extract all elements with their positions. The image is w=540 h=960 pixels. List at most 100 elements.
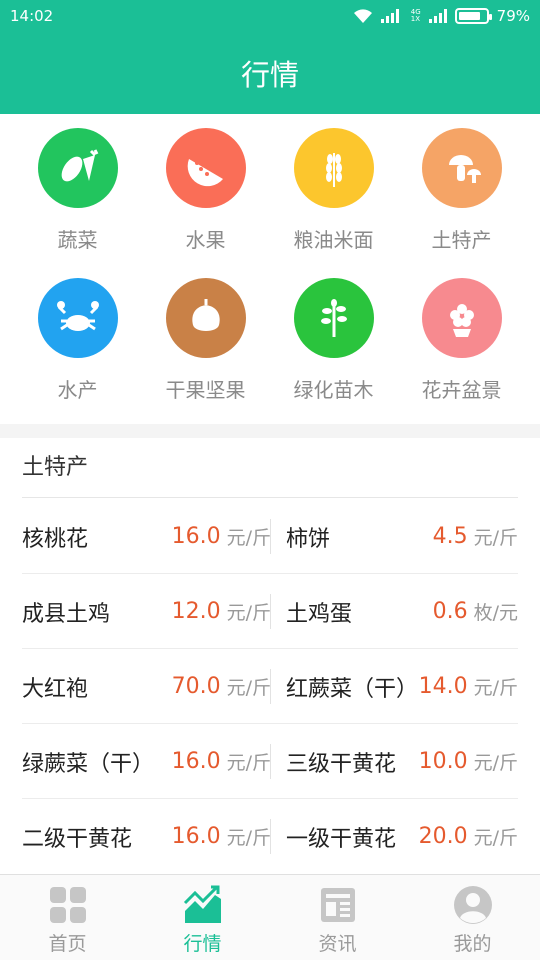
column-divider [270, 519, 271, 554]
table-row: 核桃花 16.0 元/斤 柿饼 4.5 元/斤 [22, 499, 518, 574]
category-seedlings[interactable]: 绿化苗木 [266, 264, 401, 414]
price-item[interactable]: 柿饼 4.5 元/斤 [286, 499, 518, 574]
price-item[interactable]: 土鸡蛋 0.6 枚/元 [286, 574, 518, 649]
nav-label: 首页 [48, 933, 87, 955]
cell-signal-icon [380, 9, 399, 23]
product-name: 绿蕨菜（干） [22, 751, 155, 777]
table-row: 二级干黄花 16.0 元/斤 一级干黄花 20.0 元/斤 [22, 799, 518, 874]
price-item[interactable]: 红蕨菜（干） 14.0 元/斤 [286, 649, 518, 724]
product-unit: 元/斤 [473, 527, 518, 549]
product-price: 4.5 [432, 524, 468, 549]
price-section: 土特产 核桃花 16.0 元/斤 柿饼 4.5 元/斤 成县土鸡 12.0 元/… [0, 438, 540, 874]
category-label: 干果坚果 [165, 378, 246, 402]
price-item[interactable]: 三级干黄花 10.0 元/斤 [286, 724, 518, 799]
nav-label: 我的 [453, 933, 492, 955]
news-icon [320, 888, 355, 922]
tree-icon [293, 278, 374, 358]
product-price: 0.6 [432, 599, 468, 624]
product-name: 红蕨菜（干） [286, 676, 419, 702]
category-grain[interactable]: 粮油米面 [266, 114, 401, 264]
nav-market[interactable]: 行情 [135, 875, 270, 960]
price-item[interactable]: 大红袍 70.0 元/斤 [22, 649, 271, 724]
vegetable-icon [37, 128, 118, 208]
app-header: 14:02 4G 1X 79% 行情 [0, 0, 540, 114]
section-title: 土特产 [22, 438, 518, 498]
category-vegetable[interactable]: 蔬菜 [10, 114, 145, 264]
page-title: 行情 [240, 58, 299, 92]
flower-icon [421, 278, 502, 358]
status-icons: 4G 1X 79% [353, 7, 530, 25]
column-divider [270, 669, 271, 704]
price-item[interactable]: 绿蕨菜（干） 16.0 元/斤 [22, 724, 271, 799]
category-label: 水果 [185, 228, 226, 252]
nav-profile[interactable]: 我的 [405, 875, 540, 960]
product-name: 二级干黄花 [22, 826, 133, 852]
category-label: 花卉盆景 [421, 378, 502, 402]
product-name: 核桃花 [22, 526, 89, 552]
battery-percent: 79% [496, 7, 530, 25]
cell-signal-2-icon [428, 9, 447, 23]
nav-label: 资讯 [318, 933, 357, 955]
product-price: 20.0 [418, 824, 468, 849]
battery-icon [454, 8, 492, 24]
price-item[interactable]: 成县土鸡 12.0 元/斤 [22, 574, 271, 649]
category-aquatic[interactable]: 水产 [10, 264, 145, 414]
product-unit: 元/斤 [473, 752, 518, 774]
bottom-nav: 首页 行情 资讯 我的 [0, 874, 540, 960]
table-row: 绿蕨菜（干） 16.0 元/斤 三级干黄花 10.0 元/斤 [22, 724, 518, 799]
nut-icon [165, 278, 246, 358]
category-fruit[interactable]: 水果 [138, 114, 273, 264]
category-local-specialty[interactable]: 土特产 [394, 114, 529, 264]
product-unit: 元/斤 [226, 602, 271, 624]
product-unit: 元/斤 [226, 827, 271, 849]
wheat-icon [293, 128, 374, 208]
column-divider [270, 744, 271, 779]
wifi-icon [353, 9, 372, 23]
product-name: 一级干黄花 [286, 826, 397, 852]
price-item[interactable]: 一级干黄花 20.0 元/斤 [286, 799, 518, 874]
product-unit: 元/斤 [473, 827, 518, 849]
page-title-bar: 行情 [0, 32, 540, 114]
product-name: 大红袍 [22, 676, 89, 702]
status-time: 14:02 [10, 7, 54, 25]
category-label: 绿化苗木 [293, 378, 374, 402]
chart-icon [183, 885, 221, 923]
category-label: 土特产 [431, 228, 492, 252]
category-flowers[interactable]: 花卉盆景 [394, 264, 529, 414]
category-label: 蔬菜 [57, 228, 98, 252]
product-name: 三级干黄花 [286, 751, 397, 777]
crab-icon [37, 278, 118, 358]
product-name: 成县土鸡 [22, 601, 111, 627]
nav-label: 行情 [183, 933, 222, 955]
product-unit: 枚/元 [473, 602, 518, 624]
product-price: 14.0 [418, 674, 468, 699]
category-nuts[interactable]: 干果坚果 [138, 264, 273, 414]
price-item[interactable]: 二级干黄花 16.0 元/斤 [22, 799, 271, 874]
product-unit: 元/斤 [226, 527, 271, 549]
status-bar: 14:02 4G 1X 79% [0, 0, 540, 32]
product-price: 16.0 [171, 749, 221, 774]
home-grid-icon [49, 887, 86, 923]
category-label: 粮油米面 [293, 228, 374, 252]
column-divider [270, 819, 271, 854]
product-unit: 元/斤 [473, 677, 518, 699]
table-row: 成县土鸡 12.0 元/斤 土鸡蛋 0.6 枚/元 [22, 574, 518, 649]
category-label: 水产 [57, 378, 98, 402]
nav-news[interactable]: 资讯 [270, 875, 405, 960]
nav-home[interactable]: 首页 [0, 875, 135, 960]
product-price: 16.0 [171, 524, 221, 549]
profile-icon [453, 886, 492, 924]
category-grid: 蔬菜 水果 粮油米面 土特产 水产 干果坚果 绿化苗木 花卉盆景 [0, 114, 540, 424]
product-price: 10.0 [418, 749, 468, 774]
product-name: 土鸡蛋 [286, 601, 353, 627]
product-price: 16.0 [171, 824, 221, 849]
column-divider [270, 594, 271, 629]
table-row: 大红袍 70.0 元/斤 红蕨菜（干） 14.0 元/斤 [22, 649, 518, 724]
network-type: 4G 1X [410, 8, 421, 23]
watermelon-icon [165, 128, 246, 208]
product-unit: 元/斤 [226, 677, 271, 699]
mushroom-icon [421, 128, 502, 208]
price-item[interactable]: 核桃花 16.0 元/斤 [22, 499, 271, 574]
product-price: 70.0 [171, 674, 221, 699]
product-unit: 元/斤 [226, 752, 271, 774]
